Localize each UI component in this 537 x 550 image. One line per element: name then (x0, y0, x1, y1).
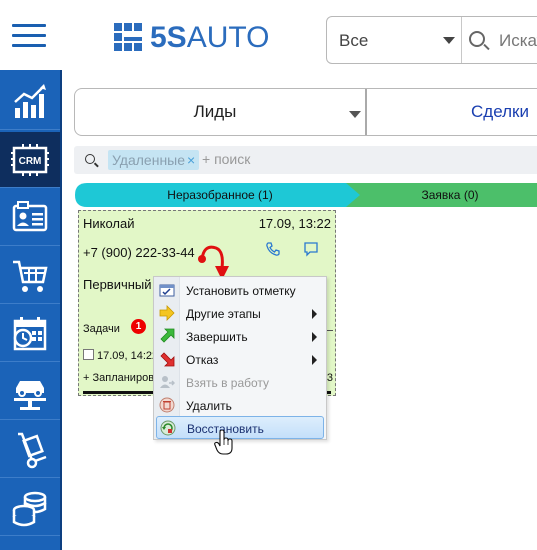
lead-date: 17.09, 13:22 (258, 216, 331, 231)
sidebar-item-calendar[interactable] (0, 306, 60, 362)
sidebar-item-service[interactable] (0, 364, 60, 420)
filter-select-value: Все (339, 31, 369, 50)
filter-tag: Удаленные × (108, 150, 200, 170)
restore-icon (160, 420, 176, 436)
menu-item-label: Установить отметку (186, 284, 296, 298)
menu-item-label: Отказ (186, 353, 219, 367)
sidebar: CRM (0, 70, 62, 550)
search-placeholder: Искат (499, 31, 537, 50)
bar-chart-icon (14, 83, 46, 118)
context-menu: Установить отметку Другие этапы Завершит… (153, 276, 327, 440)
calendar-clock-icon (13, 316, 47, 350)
search-input[interactable]: Искат (463, 17, 537, 63)
lead-type: Первичный (83, 277, 152, 292)
coins-icon (12, 491, 47, 526)
sidebar-item-analytics[interactable] (0, 74, 60, 130)
logo-text: AUTO (186, 21, 270, 54)
menu-item-other-stages[interactable]: Другие этапы (154, 302, 326, 325)
menu-item-restore[interactable]: Восстановить (156, 416, 324, 439)
mark-icon (159, 284, 175, 297)
app-window: 5SAUTO Все Искат (0, 0, 537, 550)
menu-icon[interactable] (12, 24, 46, 48)
lead-name: Николай (83, 216, 135, 231)
sidebar-item-finance[interactable] (0, 480, 60, 536)
tab-deals[interactable]: Сделки (471, 102, 529, 122)
submenu-arrow-icon (312, 309, 317, 319)
arrow-down-right-icon (160, 352, 175, 367)
submenu-arrow-icon (312, 355, 317, 365)
remove-tag-button[interactable]: × (187, 152, 195, 168)
hand-truck-icon (18, 432, 47, 468)
funnel-selector: Лиды Сделки (74, 88, 537, 136)
tasks-label: Задачи (83, 323, 120, 335)
filter-tag-label: Удаленные (112, 152, 186, 168)
top-header: 5SAUTO Все Искат (0, 0, 537, 70)
trash-icon (159, 397, 175, 413)
stage-header-unsorted[interactable]: Неразобранное (1) (75, 183, 365, 207)
menu-item-take-to-work: Взять в работу (154, 371, 326, 394)
menu-item-label: Завершить (186, 330, 248, 344)
contact-card-icon (12, 200, 48, 231)
menu-item-complete[interactable]: Завершить (154, 325, 326, 348)
stage-header-request[interactable]: Заявка (0) (346, 183, 537, 207)
logo-mark-icon (114, 23, 144, 53)
chevron-down-icon (349, 111, 361, 118)
cart-icon (13, 260, 48, 292)
logo-text-bold: 5S (150, 21, 187, 54)
sidebar-item-warehouse[interactable] (0, 422, 60, 478)
menu-item-label: Взять в работу (186, 376, 270, 390)
lead-phone: +7 (900) 222-33-44 (83, 245, 195, 260)
search-box: Все Искат (326, 16, 537, 64)
tasks-count-badge: 1 (131, 319, 146, 334)
task-checkbox[interactable] (83, 349, 94, 360)
phone-icon[interactable] (265, 241, 281, 257)
stage-label: Заявка (0) (421, 188, 479, 202)
car-lift-icon (14, 380, 46, 410)
menu-item-label: Другие этапы (186, 307, 261, 321)
search-icon (469, 31, 485, 47)
funnel-dropdown[interactable]: Лиды (75, 89, 367, 135)
menu-item-set-mark[interactable]: Установить отметку (154, 279, 326, 302)
hand-cursor-icon (214, 430, 233, 455)
logo[interactable]: 5SAUTO (114, 21, 270, 54)
chevron-down-icon (443, 37, 455, 44)
task-date: 17.09, 14:22 (97, 350, 159, 362)
sidebar-item-shop[interactable] (0, 248, 60, 304)
chat-icon[interactable] (303, 241, 319, 257)
planned-count: 3 (326, 372, 333, 384)
menu-item-refuse[interactable]: Отказ (154, 348, 326, 371)
search-icon (85, 154, 95, 164)
filter-select[interactable]: Все (327, 17, 462, 63)
sidebar-item-crm[interactable]: CRM (0, 132, 60, 188)
menu-item-delete[interactable]: Удалить (154, 394, 326, 417)
stage-label: Неразобранное (1) (167, 188, 273, 202)
arrow-right-icon (159, 305, 175, 321)
task-item[interactable]: 17.09, 14:22 (83, 349, 158, 362)
user-take-icon (160, 376, 175, 388)
schedule-task-link[interactable]: + Запланиров (83, 372, 154, 384)
funnel-dropdown-label: Лиды (193, 102, 237, 121)
svg-text:CRM: CRM (19, 156, 42, 167)
tag-filter[interactable]: Удаленные × + поиск (74, 146, 537, 174)
tag-search-placeholder: + поиск (202, 151, 251, 167)
submenu-arrow-icon (312, 332, 317, 342)
crm-icon: CRM (11, 143, 49, 176)
arrow-up-right-icon (160, 328, 175, 343)
menu-item-label: Удалить (186, 399, 232, 413)
sidebar-item-contacts[interactable] (0, 190, 60, 246)
